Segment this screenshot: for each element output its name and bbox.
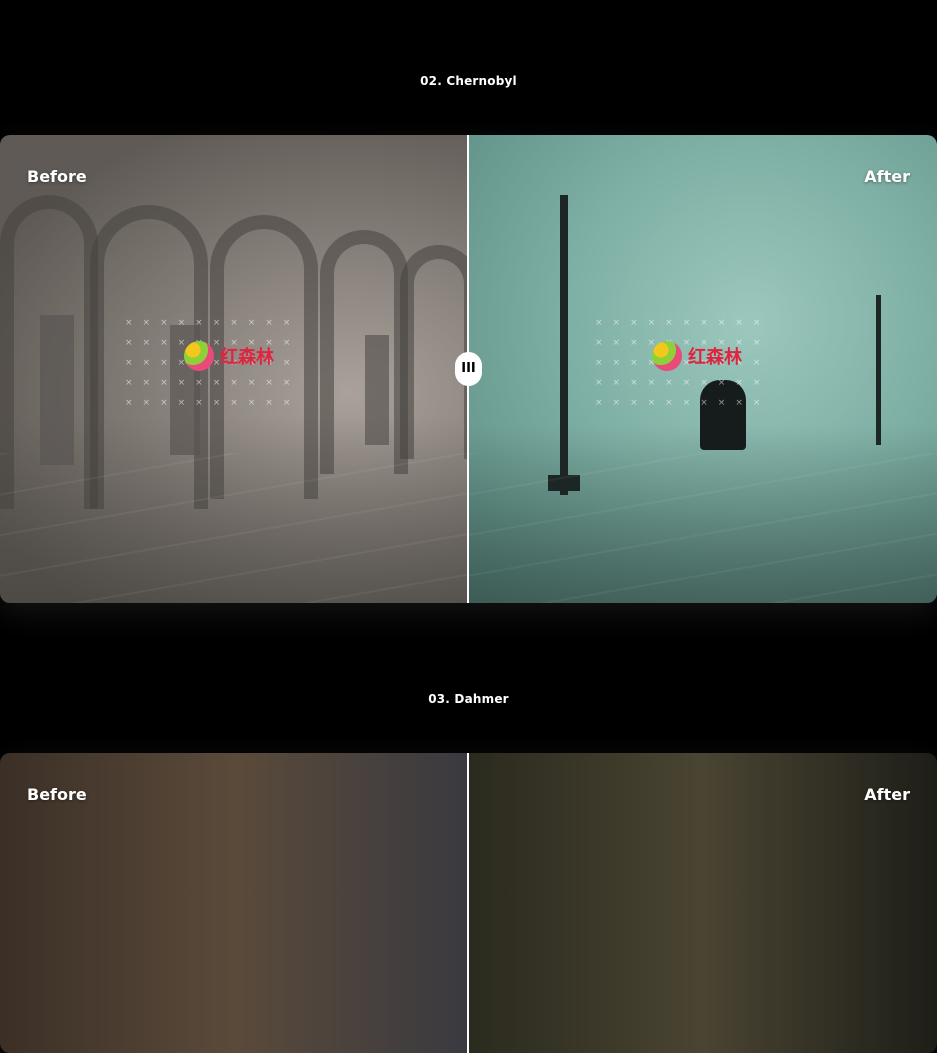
before-label: Before [27,785,87,804]
after-label: After [864,785,910,804]
tree-logo-icon [652,341,682,371]
watermark-logo: 红森林 [652,341,742,371]
section-title: 02. Chernobyl [420,74,517,88]
after-label: After [864,167,910,186]
tree-logo-icon [184,341,214,371]
watermark-logo: 红森林 [184,341,274,371]
before-label: Before [27,167,87,186]
comparison-divider[interactable] [467,753,469,1053]
before-after-comparison[interactable]: ×××××××××× ×××××××××× ×××××××××× ×××××××… [0,135,937,603]
before-after-comparison[interactable]: Before After [0,753,937,1053]
drag-handle-icon[interactable]: III [455,352,482,386]
section-title: 03. Dahmer [428,692,509,706]
